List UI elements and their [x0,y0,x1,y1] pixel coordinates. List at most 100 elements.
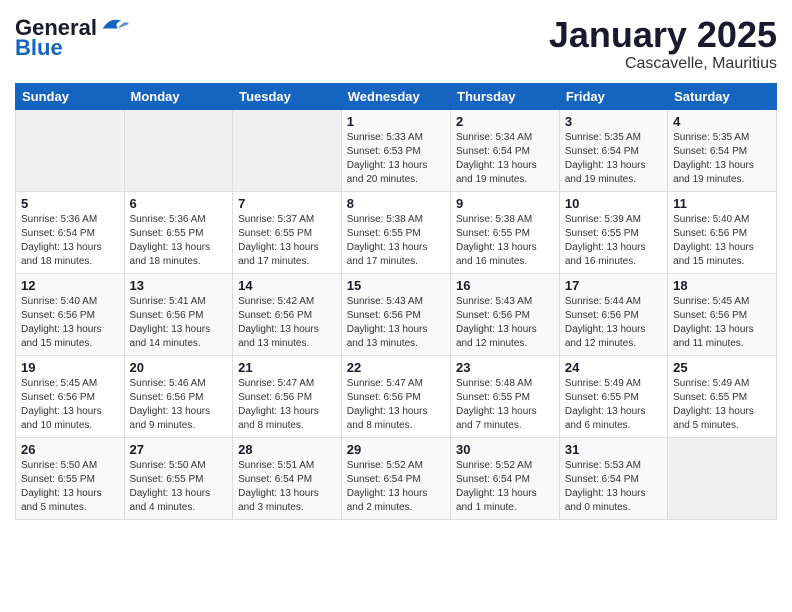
calendar-cell: 20Sunrise: 5:46 AM Sunset: 6:56 PM Dayli… [124,355,233,437]
day-number: 11 [673,196,771,211]
day-info: Sunrise: 5:49 AM Sunset: 6:55 PM Dayligh… [565,377,662,433]
day-number: 3 [565,114,662,129]
calendar-cell: 4 Sunrise: 5:35 AM Sunset: 6:54 PM Daylig… [668,109,777,191]
day-number: 19 [21,360,119,375]
day-number: 1 [347,114,445,129]
calendar-cell: 28 Sunrise: 5:51 AM Sunset: 6:54 PM Dayli… [233,437,342,519]
calendar-cell [124,109,233,191]
logo: General Blue [15,15,129,61]
calendar-cell: 3 Sunrise: 5:35 AM Sunset: 6:54 PM Daylig… [559,109,667,191]
calendar-cell: 21 Sunrise: 5:47 AM Sunset: 6:56 PM Dayli… [233,355,342,437]
calendar-week-row: 12 Sunrise: 5:40 AM Sunset: 6:56 PM Dayli… [16,273,777,355]
day-info: Sunrise: 5:44 AM Sunset: 6:56 PM Dayligh… [565,295,662,351]
calendar-cell: 11Sunrise: 5:40 AM Sunset: 6:56 PM Dayli… [668,191,777,273]
calendar-week-row: 26 Sunrise: 5:50 AM Sunset: 6:55 PM Dayli… [16,437,777,519]
calendar-cell: 25 Sunrise: 5:49 AM Sunset: 6:55 PM Dayli… [668,355,777,437]
day-info: Sunrise: 5:45 AM Sunset: 6:56 PM Dayligh… [673,295,771,351]
calendar-cell: 23 Sunrise: 5:48 AM Sunset: 6:55 PM Dayli… [451,355,560,437]
weekday-header-row: SundayMondayTuesdayWednesdayThursdayFrid… [16,83,777,109]
calendar-cell: 15Sunrise: 5:43 AM Sunset: 6:56 PM Dayli… [341,273,450,355]
day-number: 26 [21,442,119,457]
calendar-cell: 26 Sunrise: 5:50 AM Sunset: 6:55 PM Dayli… [16,437,125,519]
calendar-cell [233,109,342,191]
day-info: Sunrise: 5:47 AM Sunset: 6:56 PM Dayligh… [238,377,336,433]
calendar-week-row: 19 Sunrise: 5:45 AM Sunset: 6:56 PM Dayli… [16,355,777,437]
page-header: General Blue January 2025 Cascavelle, Ma… [15,15,777,73]
calendar-week-row: 1 Sunrise: 5:33 AM Sunset: 6:53 PM Daylig… [16,109,777,191]
day-info: Sunrise: 5:50 AM Sunset: 6:55 PM Dayligh… [130,459,228,515]
day-number: 24 [565,360,662,375]
day-number: 27 [130,442,228,457]
day-number: 7 [238,196,336,211]
day-info: Sunrise: 5:35 AM Sunset: 6:54 PM Dayligh… [673,131,771,187]
day-info: Sunrise: 5:42 AM Sunset: 6:56 PM Dayligh… [238,295,336,351]
calendar-cell: 2 Sunrise: 5:34 AM Sunset: 6:54 PM Daylig… [451,109,560,191]
calendar-cell: 31 Sunrise: 5:53 AM Sunset: 6:54 PM Dayli… [559,437,667,519]
day-info: Sunrise: 5:41 AM Sunset: 6:56 PM Dayligh… [130,295,228,351]
weekday-header: Friday [559,83,667,109]
day-info: Sunrise: 5:47 AM Sunset: 6:56 PM Dayligh… [347,377,445,433]
day-number: 14 [238,278,336,293]
calendar-cell: 6Sunrise: 5:36 AM Sunset: 6:55 PM Daylig… [124,191,233,273]
day-info: Sunrise: 5:43 AM Sunset: 6:56 PM Dayligh… [347,295,445,351]
day-number: 9 [456,196,554,211]
weekday-header: Thursday [451,83,560,109]
calendar-cell: 16 Sunrise: 5:43 AM Sunset: 6:56 PM Dayli… [451,273,560,355]
day-info: Sunrise: 5:53 AM Sunset: 6:54 PM Dayligh… [565,459,662,515]
day-info: Sunrise: 5:35 AM Sunset: 6:54 PM Dayligh… [565,131,662,187]
title-block: January 2025 Cascavelle, Mauritius [549,15,777,73]
calendar-cell: 30Sunrise: 5:52 AM Sunset: 6:54 PM Dayli… [451,437,560,519]
calendar-table: SundayMondayTuesdayWednesdayThursdayFrid… [15,83,777,520]
day-number: 21 [238,360,336,375]
day-number: 4 [673,114,771,129]
calendar-cell: 10 Sunrise: 5:39 AM Sunset: 6:55 PM Dayli… [559,191,667,273]
day-number: 18 [673,278,771,293]
day-number: 10 [565,196,662,211]
calendar-cell: 5 Sunrise: 5:36 AM Sunset: 6:54 PM Daylig… [16,191,125,273]
day-info: Sunrise: 5:48 AM Sunset: 6:55 PM Dayligh… [456,377,554,433]
calendar-cell: 14 Sunrise: 5:42 AM Sunset: 6:56 PM Dayli… [233,273,342,355]
calendar-cell: 24 Sunrise: 5:49 AM Sunset: 6:55 PM Dayli… [559,355,667,437]
logo-bird-icon [99,15,129,33]
day-info: Sunrise: 5:36 AM Sunset: 6:54 PM Dayligh… [21,213,119,269]
weekday-header: Monday [124,83,233,109]
weekday-header: Sunday [16,83,125,109]
day-number: 25 [673,360,771,375]
day-info: Sunrise: 5:33 AM Sunset: 6:53 PM Dayligh… [347,131,445,187]
day-number: 12 [21,278,119,293]
day-number: 29 [347,442,445,457]
calendar-cell [668,437,777,519]
day-info: Sunrise: 5:36 AM Sunset: 6:55 PM Dayligh… [130,213,228,269]
calendar-week-row: 5 Sunrise: 5:36 AM Sunset: 6:54 PM Daylig… [16,191,777,273]
day-number: 31 [565,442,662,457]
day-number: 28 [238,442,336,457]
day-number: 16 [456,278,554,293]
calendar-cell: 17Sunrise: 5:44 AM Sunset: 6:56 PM Dayli… [559,273,667,355]
day-info: Sunrise: 5:49 AM Sunset: 6:55 PM Dayligh… [673,377,771,433]
day-info: Sunrise: 5:51 AM Sunset: 6:54 PM Dayligh… [238,459,336,515]
calendar-cell: 29Sunrise: 5:52 AM Sunset: 6:54 PM Dayli… [341,437,450,519]
location-title: Cascavelle, Mauritius [549,55,777,73]
calendar-cell: 7 Sunrise: 5:37 AM Sunset: 6:55 PM Daylig… [233,191,342,273]
day-info: Sunrise: 5:50 AM Sunset: 6:55 PM Dayligh… [21,459,119,515]
day-number: 22 [347,360,445,375]
calendar-cell: 13 Sunrise: 5:41 AM Sunset: 6:56 PM Dayli… [124,273,233,355]
day-info: Sunrise: 5:38 AM Sunset: 6:55 PM Dayligh… [456,213,554,269]
weekday-header: Wednesday [341,83,450,109]
day-info: Sunrise: 5:43 AM Sunset: 6:56 PM Dayligh… [456,295,554,351]
day-info: Sunrise: 5:39 AM Sunset: 6:55 PM Dayligh… [565,213,662,269]
day-number: 13 [130,278,228,293]
calendar-cell: 12 Sunrise: 5:40 AM Sunset: 6:56 PM Dayli… [16,273,125,355]
logo-text-blue: Blue [15,35,63,61]
day-info: Sunrise: 5:40 AM Sunset: 6:56 PM Dayligh… [21,295,119,351]
calendar-cell: 18 Sunrise: 5:45 AM Sunset: 6:56 PM Dayli… [668,273,777,355]
day-number: 2 [456,114,554,129]
day-number: 8 [347,196,445,211]
calendar-cell [16,109,125,191]
day-info: Sunrise: 5:45 AM Sunset: 6:56 PM Dayligh… [21,377,119,433]
day-number: 23 [456,360,554,375]
day-info: Sunrise: 5:37 AM Sunset: 6:55 PM Dayligh… [238,213,336,269]
weekday-header: Saturday [668,83,777,109]
day-number: 5 [21,196,119,211]
day-info: Sunrise: 5:34 AM Sunset: 6:54 PM Dayligh… [456,131,554,187]
